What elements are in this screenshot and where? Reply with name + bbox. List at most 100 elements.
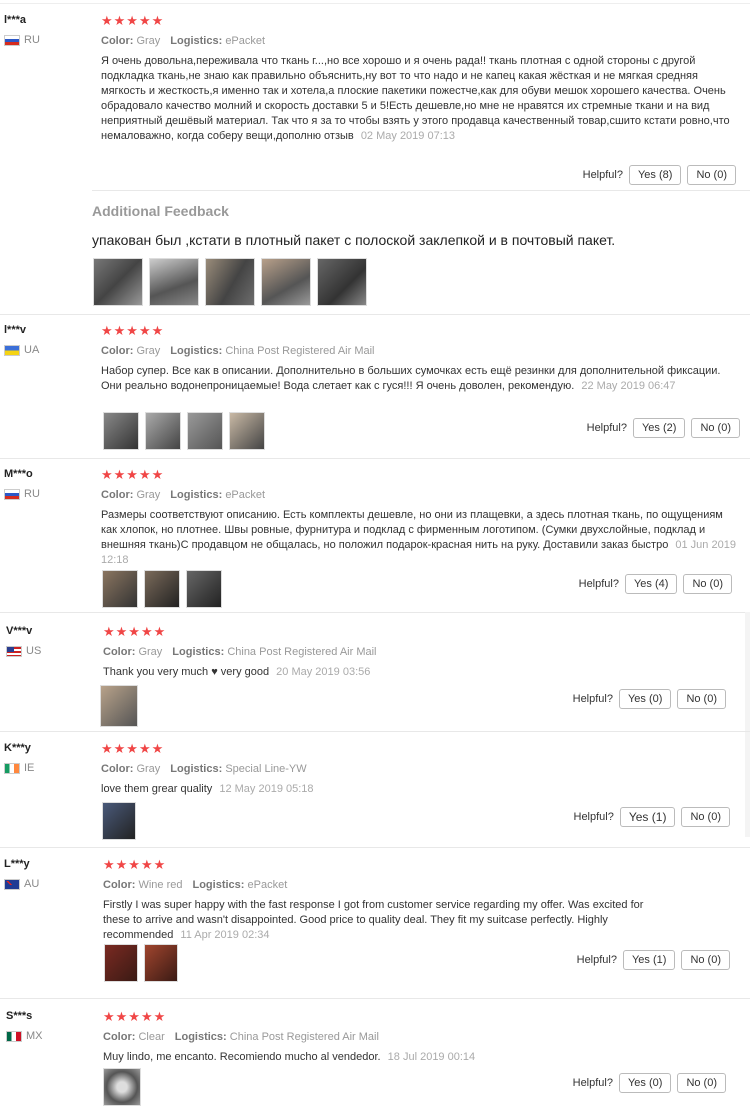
review-meta: Color: Wine red Logistics: ePacket [103,879,650,891]
review-divider [0,998,750,999]
helpful-no-button[interactable]: No (0) [681,807,730,827]
review-divider [0,731,750,732]
review-date: 18 Jul 2019 00:14 [387,1051,476,1063]
buyer-info: V***v US [6,625,96,657]
additional-feedback-text: упакован был ,кстати в плотный пакет с п… [92,232,616,248]
color-value: Gray [136,763,161,775]
color-key: Color: [101,763,134,775]
star-rating: ★★★★★ [101,467,165,482]
star-rating: ★★★★★ [103,624,167,639]
buyer-info: L***y AU [4,858,94,890]
country-code: US [26,645,42,657]
review-text: Я очень довольна,переживала что ткань г.… [101,54,736,144]
review-photo-thumbnail[interactable] [149,258,199,306]
color-value: Gray [136,489,161,501]
review-photos [103,412,265,450]
color-key: Color: [103,1031,136,1043]
review-photo-thumbnail[interactable] [229,412,265,450]
helpful-yes-button[interactable]: Yes (2) [632,418,686,438]
review-body: love them grear quality [101,783,213,795]
review-body: Thank you very much ♥ very good [103,666,270,678]
helpful-controls: Helpful? Yes (0) No (0) [573,689,726,709]
review-photos [104,944,178,982]
helpful-yes-button[interactable]: Yes (8) [628,165,682,185]
section-divider [92,190,750,191]
helpful-controls: Helpful? Yes (8) No (0) [583,165,736,185]
usa-flag-icon [6,645,22,657]
review-photo-thumbnail[interactable] [144,944,178,982]
russia-flag-icon [4,34,20,46]
review-photos [102,802,136,840]
review-meta: Color: Clear Logistics: China Post Regis… [103,1031,736,1043]
buyer-info: M***o RU [4,468,94,500]
review-text: Firstly I was super happy with the fast … [103,898,650,943]
logistics-key: Logistics: [172,646,225,658]
helpful-no-button[interactable]: No (0) [683,574,732,594]
top-divider [0,3,750,4]
review-content: ★★★★★ Color: Gray Logistics: China Post … [101,324,736,394]
helpful-yes-button[interactable]: Yes (0) [618,1073,672,1093]
review-date: 11 Apr 2019 02:34 [180,929,270,941]
helpful-no-button[interactable]: No (0) [677,1073,726,1093]
logistics-value: China Post Registered Air Mail [229,1031,379,1043]
review-date: 12 May 2019 05:18 [219,783,314,795]
review-photo-thumbnail[interactable] [102,570,138,608]
helpful-controls: Helpful? Yes (0) No (0) [573,1073,726,1093]
helpful-yes-button[interactable]: Yes (4) [624,574,678,594]
review-photo-thumbnail[interactable] [145,412,181,450]
logistics-key: Logistics: [174,1031,227,1043]
review-text: love them grear quality 12 May 2019 05:1… [101,782,736,797]
helpful-no-button[interactable]: No (0) [687,165,736,185]
review-photo-thumbnail[interactable] [103,412,139,450]
buyer-name: V***v [6,625,33,637]
buyer-country: AU [4,878,94,890]
star-rating: ★★★★★ [101,741,165,756]
helpful-yes-button[interactable]: Yes (0) [618,689,672,709]
helpful-controls: Helpful? Yes (4) No (0) [579,574,732,594]
helpful-yes-button[interactable]: Yes (1) [622,950,676,970]
color-key: Color: [101,345,134,357]
country-code: RU [24,488,40,500]
logistics-value: China Post Registered Air Mail [225,345,375,357]
star-rating: ★★★★★ [103,1009,167,1024]
logistics-key: Logistics: [192,879,245,891]
review-photo-thumbnail[interactable] [261,258,311,306]
buyer-name: K***y [4,742,31,754]
helpful-yes-button[interactable]: Yes (1) [619,807,676,827]
helpful-label: Helpful? [578,578,619,590]
country-code: MX [26,1030,43,1042]
review-photo-thumbnail[interactable] [186,570,222,608]
buyer-name: l***a [4,14,27,26]
review-photo-thumbnail[interactable] [317,258,367,306]
buyer-country: RU [4,488,94,500]
logistics-value: China Post Registered Air Mail [227,646,377,658]
logistics-key: Logistics: [170,489,223,501]
review-photo-thumbnail[interactable] [100,685,138,727]
review-photo-thumbnail[interactable] [187,412,223,450]
scroll-track [745,612,750,837]
buyer-info: l***v UA [4,324,94,356]
review-photo-thumbnail[interactable] [205,258,255,306]
helpful-no-button[interactable]: No (0) [691,418,740,438]
color-value: Wine red [138,879,183,891]
helpful-controls: Helpful? Yes (1) No (0) [574,807,730,827]
review-content: ★★★★★ Color: Gray Logistics: China Post … [103,625,736,680]
review-body: Muy lindo, me encanto. Recomiendo mucho … [103,1051,381,1063]
review-photo-thumbnail[interactable] [104,944,138,982]
review-photo-thumbnail[interactable] [93,258,143,306]
review-photo-thumbnail[interactable] [102,802,136,840]
logistics-value: Special Line-YW [225,763,307,775]
helpful-no-button[interactable]: No (0) [681,950,730,970]
buyer-info: l***a RU [4,14,94,46]
review-date: 22 May 2019 06:47 [581,380,676,392]
review-photo-thumbnail[interactable] [103,1068,141,1106]
helpful-label: Helpful? [582,169,623,181]
helpful-no-button[interactable]: No (0) [677,689,726,709]
review-content: ★★★★★ Color: Wine red Logistics: ePacket… [103,858,650,943]
review-text: Набор супер. Все как в описании. Дополни… [101,364,736,394]
reviews-page: l***a RU ★★★★★ Color: Gray Logistics: eP… [0,0,750,1111]
color-key: Color: [103,646,136,658]
review-divider [0,458,750,459]
review-photo-thumbnail[interactable] [144,570,180,608]
ukraine-flag-icon [4,344,20,356]
